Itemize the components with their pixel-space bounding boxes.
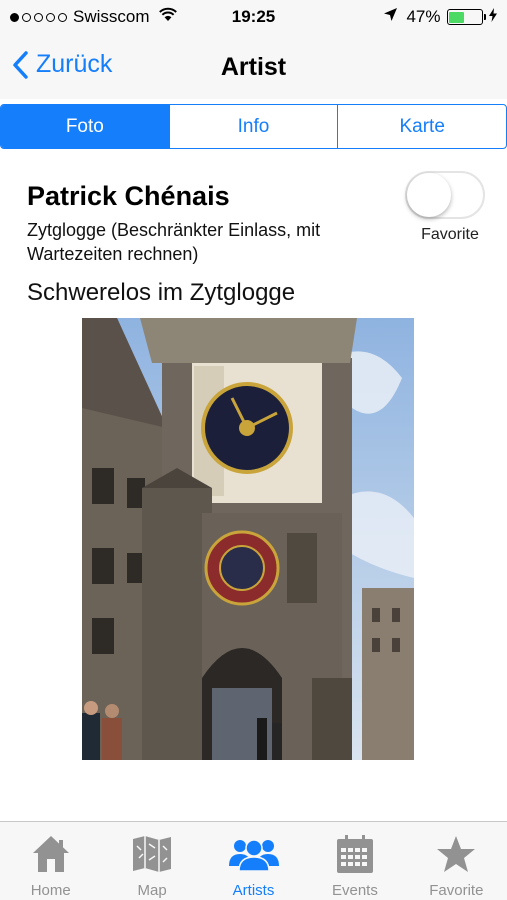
location-arrow-icon bbox=[383, 7, 398, 27]
tab-map-label: Map bbox=[137, 882, 167, 899]
segmented-control: Foto Info Karte bbox=[0, 104, 507, 149]
tab-artists[interactable]: Artists bbox=[203, 822, 304, 900]
segment-karte[interactable]: Karte bbox=[337, 105, 506, 148]
page-title: Artist bbox=[220, 53, 287, 81]
toggle-knob bbox=[407, 173, 451, 217]
map-icon bbox=[131, 832, 173, 876]
home-icon bbox=[30, 832, 72, 876]
status-right: 47% bbox=[383, 7, 497, 27]
segment-info[interactable]: Info bbox=[168, 105, 338, 148]
clock-tower-image bbox=[82, 318, 414, 760]
favorite-toggle-label: Favorite bbox=[421, 226, 479, 243]
battery-tip bbox=[483, 14, 486, 20]
charging-bolt-icon bbox=[489, 7, 497, 27]
battery-icon bbox=[446, 9, 483, 25]
navigation-bar: Zurück Artist bbox=[0, 36, 507, 99]
calendar-icon bbox=[336, 832, 374, 876]
artist-photo[interactable] bbox=[82, 318, 414, 760]
event-title: Schwerelos im Zytglogge bbox=[27, 279, 296, 306]
tab-home-label: Home bbox=[30, 882, 71, 899]
tab-favorite-label: Favorite bbox=[429, 882, 484, 899]
status-bar: Swisscom 19:25 47% bbox=[0, 0, 507, 36]
star-icon bbox=[436, 832, 476, 876]
venue-location: Zytglogge (Beschränkter Einlass, mit War… bbox=[27, 220, 321, 264]
tab-favorite[interactable]: Favorite bbox=[406, 822, 507, 900]
favorite-toggle[interactable] bbox=[405, 171, 485, 219]
artist-name: Patrick Chénais bbox=[27, 181, 230, 211]
battery-percent: 47% bbox=[406, 7, 441, 26]
artists-icon bbox=[228, 832, 280, 876]
segment-foto[interactable]: Foto bbox=[1, 105, 169, 148]
tab-bar: Home Map Artists Events Favorite bbox=[0, 821, 507, 900]
tab-events-label: Events bbox=[331, 882, 378, 899]
tab-artists-label: Artists bbox=[232, 882, 275, 899]
tab-events[interactable]: Events bbox=[304, 822, 405, 900]
tab-map[interactable]: Map bbox=[101, 822, 202, 900]
tab-home[interactable]: Home bbox=[0, 822, 101, 900]
